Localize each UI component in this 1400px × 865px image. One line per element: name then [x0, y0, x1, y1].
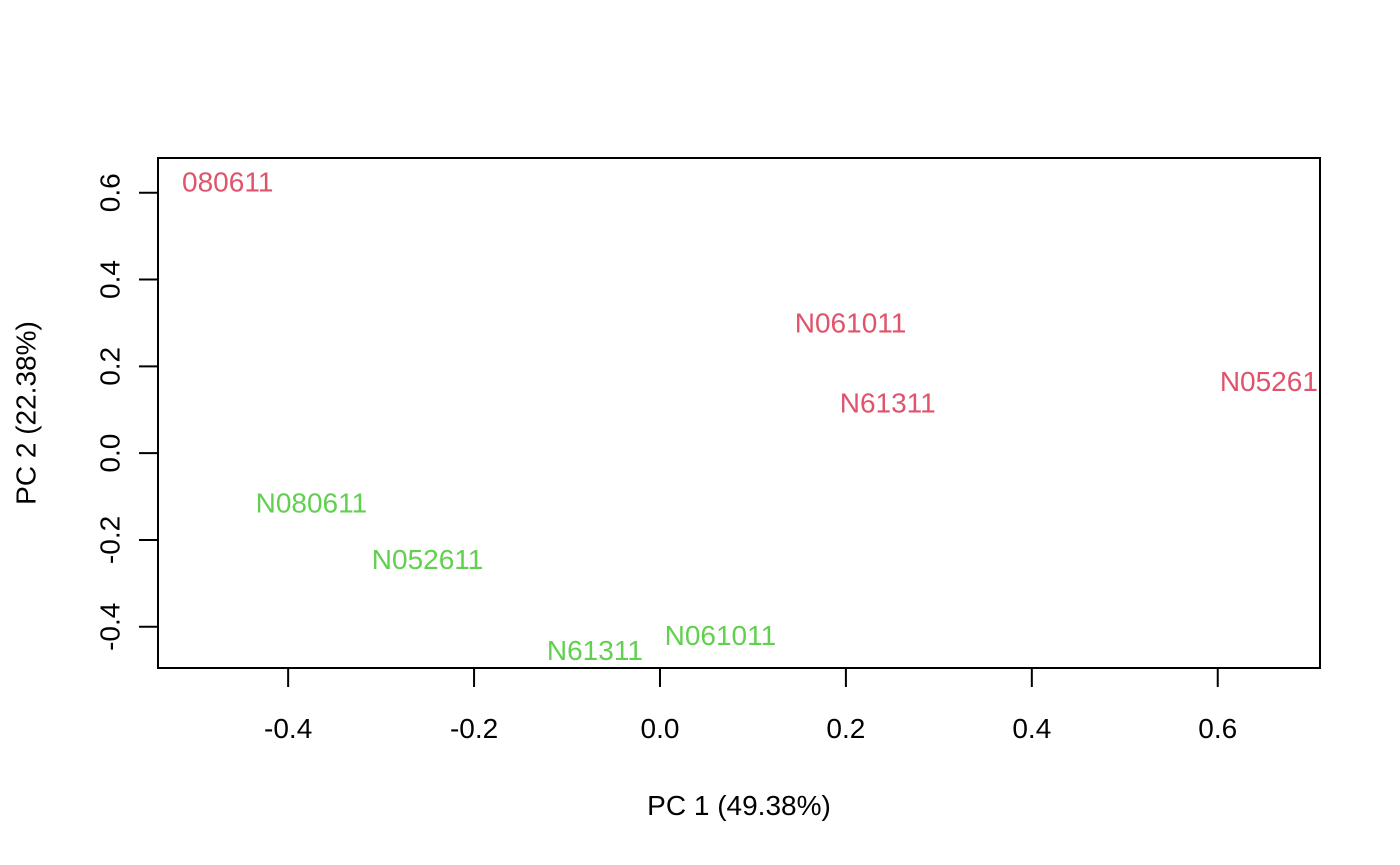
y-tick-label: -0.2	[95, 516, 126, 564]
x-tick-label: 0.0	[641, 713, 680, 744]
point-label: 080611	[182, 166, 273, 197]
point-label: N61311	[547, 635, 643, 666]
y-tick-label: 0.6	[95, 173, 126, 212]
y-axis: -0.4 -0.2 0.0 0.2 0.4 0.6	[95, 173, 159, 651]
y-tick-label: 0.0	[95, 434, 126, 473]
y-tick-label: 0.2	[95, 347, 126, 386]
x-tick-label: 0.6	[1198, 713, 1237, 744]
x-axis-label: PC 1 (49.38%)	[647, 790, 831, 821]
x-tick-label: 0.4	[1012, 713, 1051, 744]
point-label: N05261	[1220, 366, 1318, 397]
x-tick-label: -0.4	[264, 713, 312, 744]
x-tick-label: -0.2	[450, 713, 498, 744]
point-label: N061011	[665, 620, 777, 651]
point-label: N061011	[795, 307, 907, 338]
point-label: N61311	[840, 388, 936, 419]
point-labels: 080611 N061011 N61311 N05261 N080611N052611 N…	[182, 166, 1318, 666]
y-axis-label: PC 2 (22.38%)	[11, 321, 42, 505]
plot-frame	[157, 157, 1321, 669]
pca-scatter-chart: -0.4 -0.2 0.0 0.2 0.4 0.6 -0.4 -0.2 0.0 0.2 0.4 0.…	[11, 157, 1321, 821]
x-axis: -0.4 -0.2 0.0 0.2 0.4 0.6	[264, 667, 1237, 744]
point-label: N080611	[256, 488, 368, 519]
y-tick-label: 0.4	[95, 260, 126, 299]
x-tick-label: 0.2	[826, 713, 865, 744]
point-label: N052611	[372, 544, 484, 575]
y-tick-label: -0.4	[95, 603, 126, 651]
